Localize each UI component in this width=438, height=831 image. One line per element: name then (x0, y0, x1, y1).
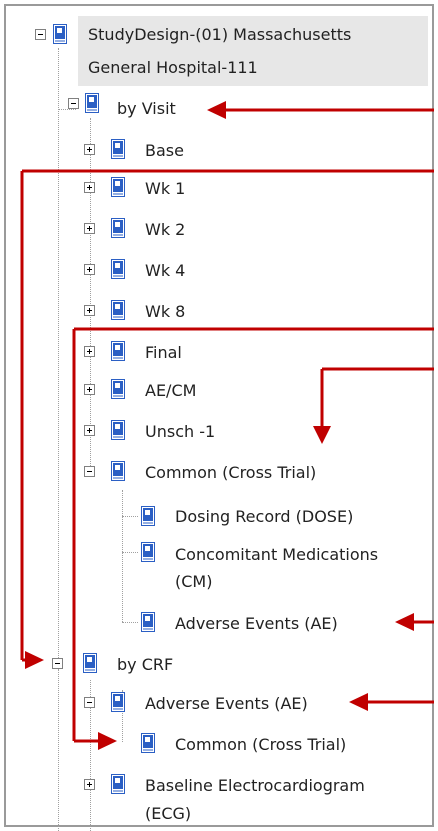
arrow-head-left (349, 693, 368, 711)
arrow-head-down (313, 426, 331, 444)
annotation-arrows (20, 101, 434, 750)
arrow-head-right (25, 651, 44, 669)
arrow-head-left (395, 613, 414, 631)
tree-view-screenshot: StudyDesign-(01) Massachusetts General H… (0, 0, 438, 831)
arrow-head-right (98, 732, 117, 750)
arrow-head-left (207, 101, 226, 119)
